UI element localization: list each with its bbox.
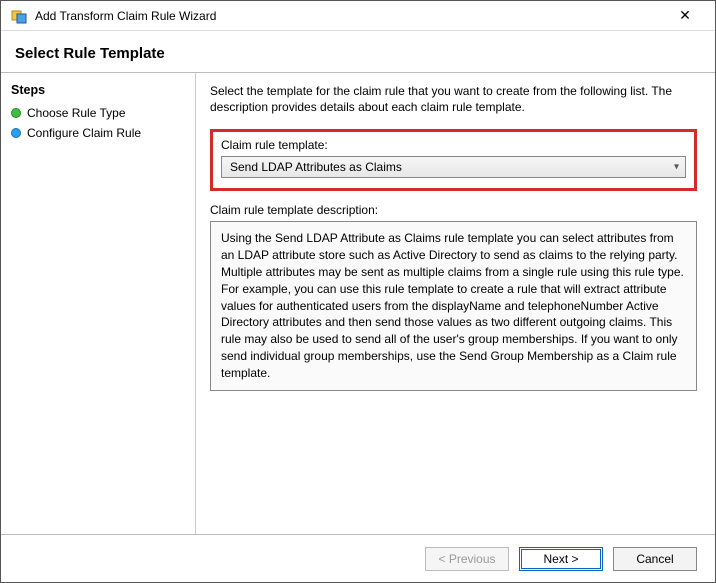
body: Steps Choose Rule Type Configure Claim R… [1, 73, 715, 534]
main-panel: Select the template for the claim rule t… [196, 73, 715, 534]
step-label: Configure Claim Rule [27, 126, 141, 140]
steps-heading: Steps [9, 79, 185, 103]
step-choose-rule-type[interactable]: Choose Rule Type [9, 103, 185, 123]
template-highlight: Claim rule template: Send LDAP Attribute… [210, 129, 697, 191]
step-label: Choose Rule Type [27, 106, 126, 120]
wizard-window: Add Transform Claim Rule Wizard ✕ Select… [0, 0, 716, 583]
description-label: Claim rule template description: [210, 203, 697, 217]
template-label: Claim rule template: [221, 138, 686, 152]
footer: < Previous Next > Cancel [1, 534, 715, 582]
app-icon [11, 8, 27, 24]
step-configure-claim-rule[interactable]: Configure Claim Rule [9, 123, 185, 143]
dropdown-selected: Send LDAP Attributes as Claims [230, 160, 402, 174]
chevron-down-icon: ▾ [674, 162, 679, 173]
page-title: Select Rule Template [1, 31, 715, 72]
next-button[interactable]: Next > [519, 547, 603, 571]
step-current-icon [11, 128, 21, 138]
window-title: Add Transform Claim Rule Wizard [35, 9, 665, 23]
previous-button: < Previous [425, 547, 509, 571]
intro-text: Select the template for the claim rule t… [210, 83, 697, 115]
description-box: Using the Send LDAP Attribute as Claims … [210, 221, 697, 390]
steps-sidebar: Steps Choose Rule Type Configure Claim R… [1, 73, 196, 534]
cancel-button[interactable]: Cancel [613, 547, 697, 571]
titlebar: Add Transform Claim Rule Wizard ✕ [1, 1, 715, 31]
close-icon: ✕ [679, 7, 691, 24]
close-button[interactable]: ✕ [665, 2, 705, 30]
step-done-icon [11, 108, 21, 118]
claim-rule-template-dropdown[interactable]: Send LDAP Attributes as Claims ▾ [221, 156, 686, 178]
